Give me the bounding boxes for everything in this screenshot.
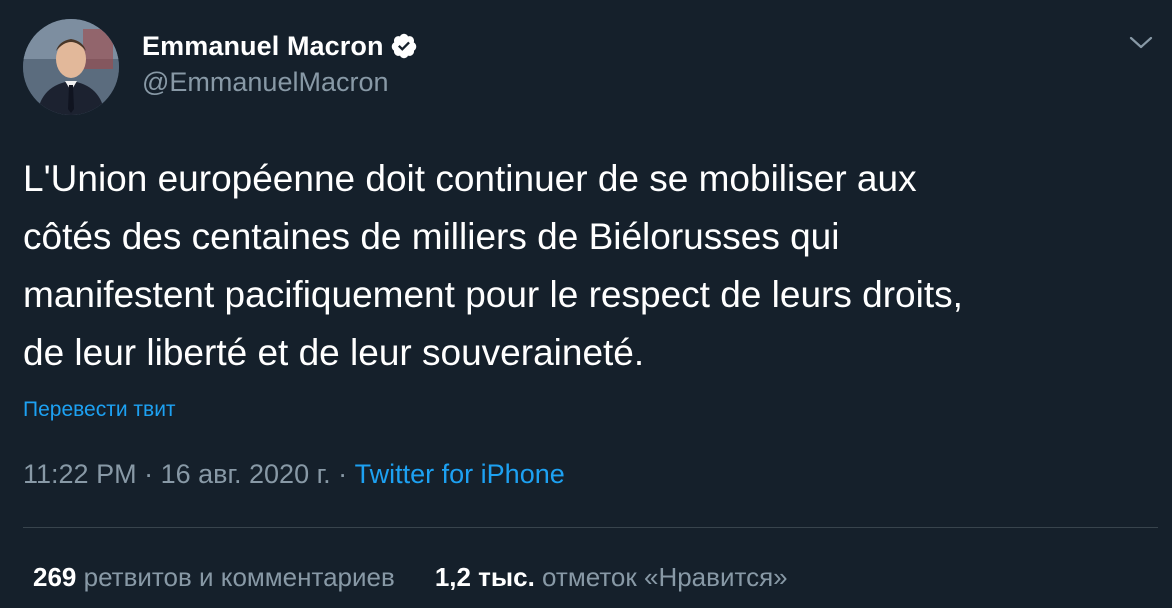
tweet-time[interactable]: 11:22 PM	[23, 459, 137, 489]
tweet-metadata: 11:22 PM · 16 авг. 2020 г. · Twitter for…	[23, 459, 565, 490]
avatar-image	[23, 19, 119, 115]
meta-separator: ·	[136, 459, 161, 489]
tweet-card: Emmanuel Macron @EmmanuelMacron L'Union …	[0, 0, 1172, 608]
retweets-stat[interactable]: 269 ретвитов и комментариев	[33, 562, 395, 593]
verified-badge-icon	[391, 33, 416, 59]
likes-stat[interactable]: 1,2 тыс. отметок «Нравится»	[435, 562, 788, 593]
author-name[interactable]: Emmanuel Macron	[142, 31, 384, 62]
author-handle[interactable]: @EmmanuelMacron	[142, 67, 389, 98]
tweet-source-link[interactable]: Twitter for iPhone	[355, 459, 565, 489]
avatar[interactable]	[23, 19, 119, 115]
likes-count: 1,2 тыс.	[434, 562, 535, 592]
likes-label: отметок «Нравится»	[542, 562, 788, 592]
meta-separator: ·	[330, 459, 355, 489]
chevron-down-icon[interactable]	[1126, 30, 1156, 54]
retweets-count: 269	[33, 562, 77, 592]
tweet-stats: 269 ретвитов и комментариев 1,2 тыс. отм…	[33, 562, 788, 593]
retweets-label: ретвитов и комментариев	[83, 562, 395, 592]
tweet-date[interactable]: 16 авг. 2020 г.	[161, 459, 331, 489]
divider	[23, 527, 1158, 528]
tweet-text: L'Union européenne doit continuer de se …	[23, 158, 963, 373]
translate-tweet-link[interactable]: Перевести твит	[23, 398, 176, 422]
author-name-row: Emmanuel Macron	[142, 28, 418, 64]
